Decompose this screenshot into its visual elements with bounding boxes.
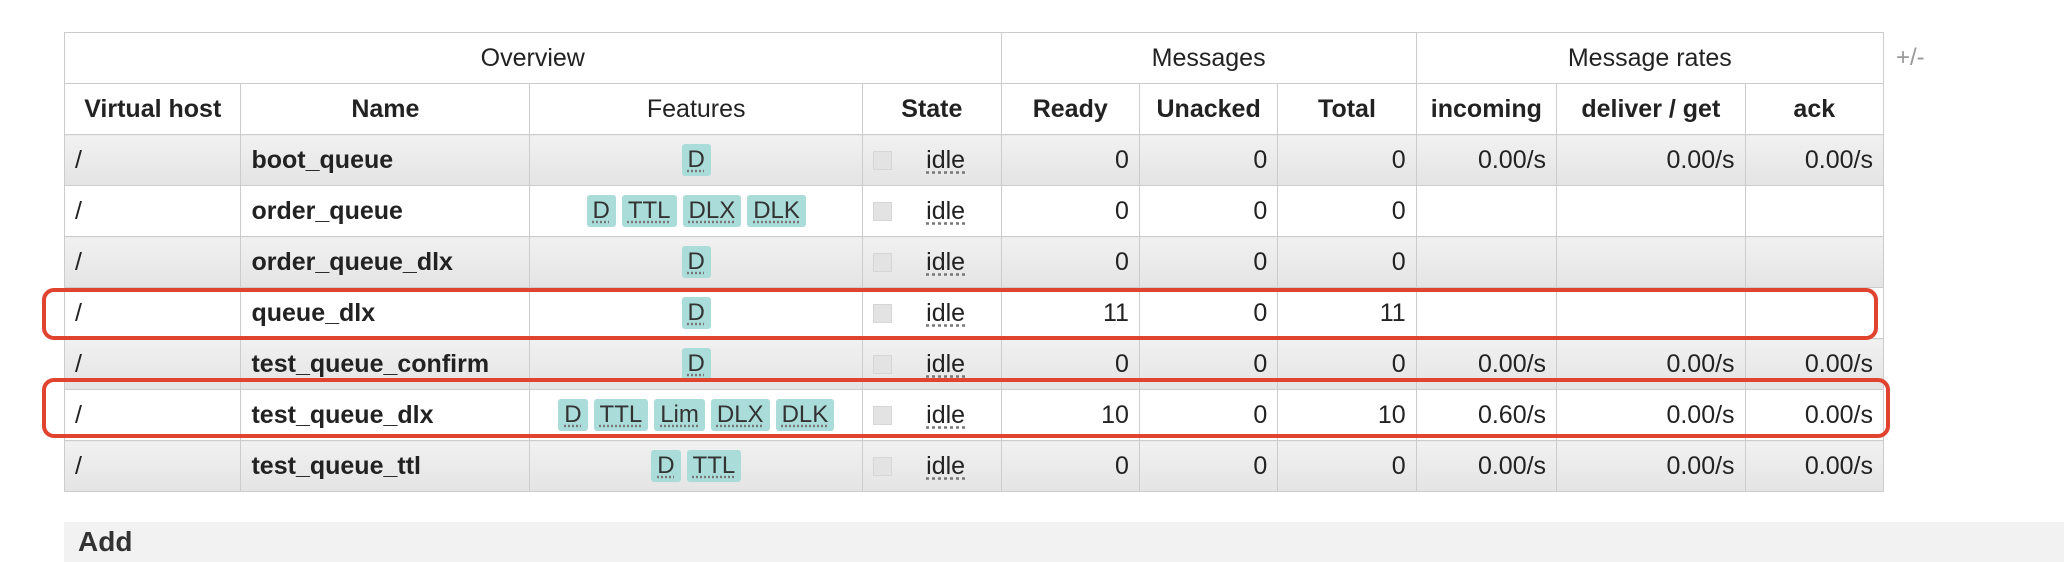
feature-badge-label: D [687,248,705,275]
incoming-cell: 0.00/s [1415,440,1558,492]
column-header-state[interactable]: State [862,83,1002,135]
ack-cell: 0.00/s [1744,134,1885,186]
vhost-cell: / [63,185,242,237]
queue-row: / boot_queue Didle 0 0 0 0.00/s 0.00/s 0.00/s [63,134,1885,186]
feature-badge-label: DLX [688,197,736,224]
state-indicator-icon [873,456,893,476]
state-indicator-icon [873,150,893,170]
ready-cell: 0 [1000,440,1140,492]
features-cell: D [529,236,864,288]
deliver-get-cell [1556,236,1746,288]
feature-badge-label: D [592,197,610,224]
column-header-features: Features [529,83,864,135]
feature-badge: D [651,450,681,482]
features-cell: D [529,134,864,186]
vhost-cell: / [63,440,242,492]
unacked-cell: 0 [1138,440,1279,492]
state-cell: idle [862,134,1002,186]
state-indicator-icon [873,201,893,221]
state-cell: idle [862,440,1002,492]
queue-row: / test_queue_ttl D TTL idle 0 0 0 0.00/s 0.00/s 0.… [63,440,1885,492]
add-queue-label: Add [78,526,133,557]
vhost-cell: / [63,134,242,186]
ready-cell: 0 [1000,134,1140,186]
feature-badge: TTL [686,450,742,482]
feature-badge: D [681,348,711,380]
state-label: idle [926,349,966,378]
vhost-cell: / [63,236,242,288]
header-group-message-rates: Message rates [1415,32,1885,84]
total-cell: 0 [1277,185,1417,237]
feature-badge: D [681,246,711,278]
column-header-total[interactable]: Total [1277,83,1417,135]
column-header-deliver-get[interactable]: deliver / get [1556,83,1746,135]
ack-cell [1744,185,1885,237]
state-cell: idle [862,185,1002,237]
column-header-ack[interactable]: ack [1744,83,1885,135]
add-queue-section[interactable]: Add [64,522,2064,562]
queue-row: / order_queue D TTL DLX DLK idle 0 0 0 [63,185,1885,237]
deliver-get-cell: 0.00/s [1556,134,1746,186]
column-header-name[interactable]: Name [240,83,531,135]
incoming-cell [1415,185,1558,237]
queue-name-link[interactable]: test_queue_ttl [240,440,531,492]
unacked-cell: 0 [1138,236,1279,288]
column-header-ready[interactable]: Ready [1000,83,1140,135]
queue-name-link[interactable]: boot_queue [240,134,531,186]
unacked-cell: 0 [1138,185,1279,237]
ack-cell: 0.00/s [1744,440,1885,492]
queue-name-link[interactable]: order_queue_dlx [240,236,531,288]
incoming-cell [1415,236,1558,288]
feature-badge-label: D [687,146,705,173]
total-cell: 0 [1277,236,1417,288]
header-group-overview: Overview [64,32,1002,84]
feature-badge: DLX [682,195,742,227]
feature-badge: TTL [621,195,677,227]
highlight-box-test-queue-dlx [42,378,1890,438]
feature-badge-label: D [657,452,675,479]
ready-cell: 0 [1000,185,1140,237]
feature-badge: D [681,144,711,176]
queue-row: / order_queue_dlx Didle 0 0 0 [63,236,1885,288]
features-cell: D TTL [529,440,864,492]
column-toggle-button[interactable]: +/- [1896,44,1925,72]
feature-badge-label: TTL [692,452,736,479]
ready-cell: 0 [1000,236,1140,288]
feature-badge: D [586,195,616,227]
incoming-cell: 0.00/s [1415,134,1558,186]
deliver-get-cell: 0.00/s [1556,440,1746,492]
column-header-incoming[interactable]: incoming [1415,83,1558,135]
deliver-get-cell [1556,185,1746,237]
state-cell: idle [862,236,1002,288]
feature-badge-label: DLK [753,197,800,224]
queue-name-link[interactable]: order_queue [240,185,531,237]
state-label: idle [926,247,966,276]
state-indicator-icon [873,252,893,272]
ack-cell [1744,236,1885,288]
state-indicator-icon [873,354,893,374]
unacked-cell: 0 [1138,134,1279,186]
highlight-box-queue-dlx [42,288,1878,340]
feature-badge: DLK [747,195,806,227]
state-label: idle [926,196,966,225]
feature-badge-label: TTL [627,197,671,224]
state-label: idle [926,451,966,480]
feature-badge-label: D [687,350,705,377]
header-group-messages: Messages [1000,32,1417,84]
features-cell: D TTL DLX DLK [529,185,864,237]
total-cell: 0 [1277,440,1417,492]
state-label: idle [926,145,966,174]
total-cell: 0 [1277,134,1417,186]
column-header-virtual-host[interactable]: Virtual host [63,83,242,135]
column-header-unacked[interactable]: Unacked [1138,83,1279,135]
